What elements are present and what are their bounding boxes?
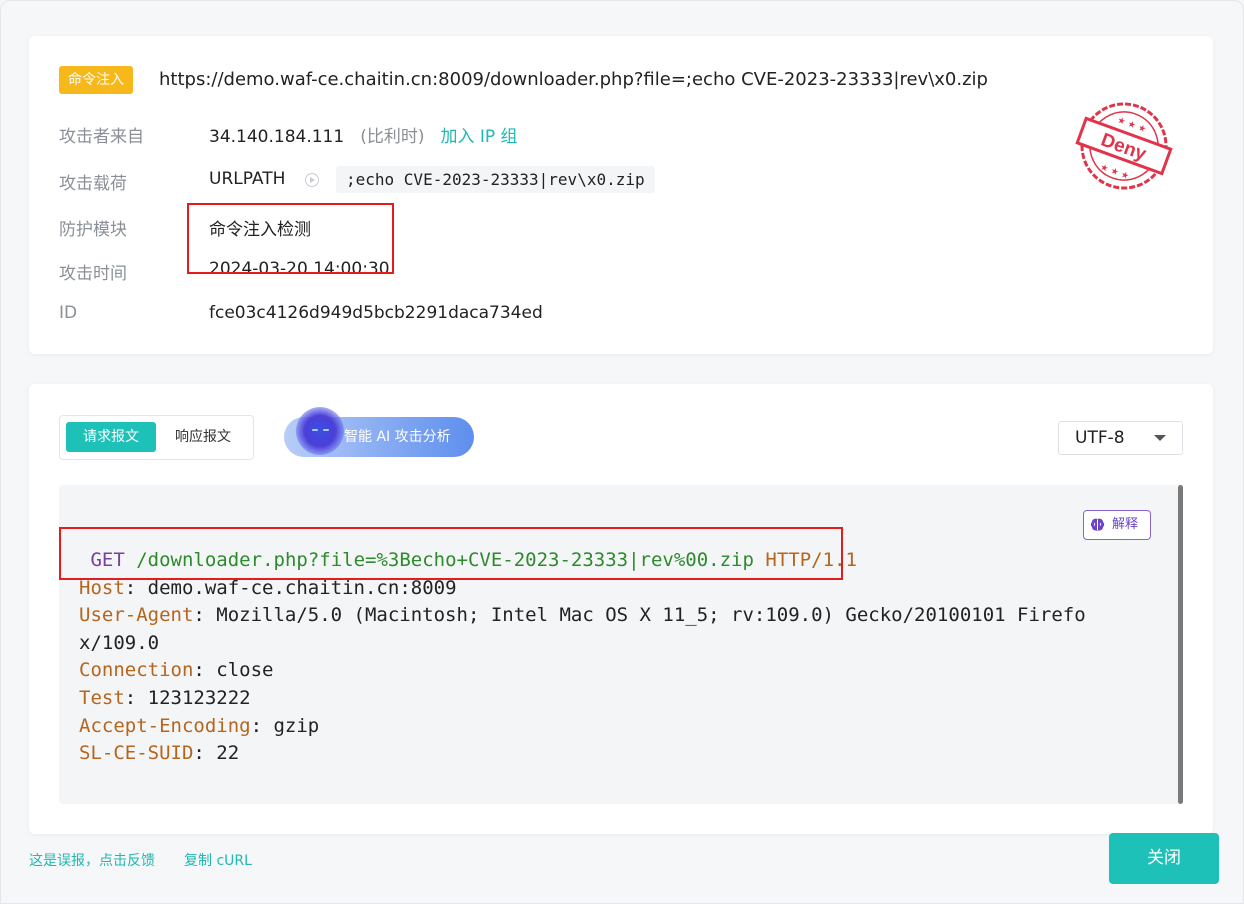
request-line-highlight-box [59, 527, 843, 580]
id-label: ID [59, 303, 78, 323]
tab-request[interactable]: 请求报文 [66, 422, 156, 452]
close-button[interactable]: 关闭 [1109, 833, 1219, 884]
explain-button[interactable]: 解释 [1083, 510, 1151, 540]
request-headers: Host: demo.waf-ce.chaitin.cn:8009 User-Ag… [79, 575, 1149, 768]
chevron-down-icon [1154, 435, 1166, 441]
add-ip-group-link[interactable]: 加入 IP 组 [440, 127, 517, 147]
code-scrollbar[interactable] [1178, 485, 1183, 804]
header-key: Test [79, 686, 125, 709]
ai-orb-icon [296, 407, 344, 455]
ai-analysis-button[interactable]: 智能 AI 攻击分析 [284, 407, 474, 457]
payload-value: ;echo CVE-2023-23333|rev\x0.zip [336, 166, 655, 193]
attack-info-card: 命令注入 https://demo.waf-ce.chaitin.cn:8009… [29, 36, 1213, 354]
brain-icon [1090, 518, 1105, 531]
header-value: close [216, 659, 274, 682]
payload-location: URLPATH [209, 169, 286, 189]
http-request-code: GET /downloader.php?file=%3Becho+CVE-202… [79, 547, 1149, 768]
deny-stamp-icon: Deny ★ ★ ★ ★ ★ ★ [1075, 102, 1173, 190]
header-key: User-Agent [79, 604, 194, 627]
message-tab-group: 请求报文 响应报文 [59, 415, 254, 460]
source-region: (比利时) [360, 127, 425, 147]
source-label: 攻击者来自 [59, 127, 144, 147]
id-value: fce03c4126d949d5bcb2291daca734ed [209, 303, 543, 323]
header-line: Accept-Encoding: gzip [79, 714, 320, 737]
header-value: x/109.0 [79, 631, 160, 654]
event-detail-dialog: 命令注入 https://demo.waf-ce.chaitin.cn:8009… [0, 0, 1244, 904]
attack-type-tag: 命令注入 [59, 66, 133, 94]
header-line: Test: 123123222 [79, 686, 251, 709]
encoding-value: UTF-8 [1075, 428, 1125, 448]
play-circle-icon[interactable] [305, 173, 319, 187]
header-line: x/109.0 [79, 630, 1149, 658]
header-line: User-Agent: Mozilla/5.0 (Macintosh; Inte… [79, 604, 1086, 627]
time-label: 攻击时间 [59, 264, 127, 284]
header-key: Connection [79, 659, 194, 682]
ai-analysis-label: 智能 AI 攻击分析 [344, 429, 451, 445]
source-value: 34.140.184.111 (比利时) 加入 IP 组 [209, 122, 518, 147]
module-highlight-box [187, 203, 394, 274]
header-key: SL-CE-SUID [79, 742, 194, 765]
payload-label: 攻击载荷 [59, 174, 127, 194]
header-value: 22 [216, 742, 240, 765]
header-value: Mozilla/5.0 (Macintosh; Intel Mac OS X 1… [216, 604, 1086, 627]
module-label: 防护模块 [59, 220, 127, 240]
encoding-select[interactable]: UTF-8 [1058, 421, 1183, 455]
header-line: Connection: close [79, 659, 274, 682]
explain-label: 解释 [1112, 517, 1139, 532]
header-value: 123123222 [147, 686, 251, 709]
copy-curl-link[interactable]: 复制 cURL [184, 850, 252, 870]
source-ip: 34.140.184.111 [209, 127, 345, 147]
report-false-positive-link[interactable]: 这是误报，点击反馈 [29, 850, 155, 870]
attack-url: https://demo.waf-ce.chaitin.cn:8009/down… [159, 69, 988, 90]
header-line: SL-CE-SUID: 22 [79, 742, 240, 765]
tab-response[interactable]: 响应报文 [160, 422, 246, 452]
header-key: Accept-Encoding [79, 714, 251, 737]
header-value: gzip [273, 714, 320, 737]
message-card: 请求报文 响应报文 智能 AI 攻击分析 UTF-8 解释 GET /downl… [29, 384, 1213, 834]
